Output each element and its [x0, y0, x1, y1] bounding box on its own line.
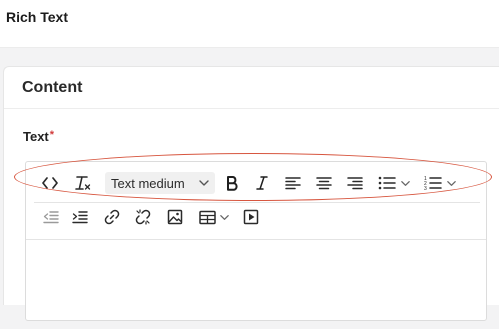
- outdent-button[interactable]: [41, 206, 61, 228]
- table-button[interactable]: [196, 206, 232, 228]
- align-right-icon: [347, 177, 363, 190]
- unlink-button[interactable]: [133, 206, 153, 228]
- numbered-list-icon: 123: [424, 176, 442, 191]
- format-select-value: Text medium: [111, 175, 185, 191]
- chevron-down-icon: [199, 180, 209, 186]
- bold-button[interactable]: [222, 172, 242, 194]
- clear-format-icon: [75, 176, 91, 190]
- chevron-down-icon: [400, 180, 410, 186]
- numbered-list-button[interactable]: 123: [422, 172, 458, 194]
- media-button[interactable]: [241, 206, 261, 228]
- panel-header: Content: [4, 67, 499, 109]
- indent-button[interactable]: [70, 206, 90, 228]
- italic-icon: [256, 176, 268, 190]
- link-button[interactable]: [102, 206, 122, 228]
- chevron-down-icon: [446, 180, 456, 186]
- editor-content-area[interactable]: [26, 239, 486, 329]
- page-title: Rich Text: [6, 9, 68, 25]
- indent-icon: [72, 211, 88, 224]
- align-left-icon: [285, 177, 301, 190]
- field-label: Text*: [23, 129, 54, 144]
- bullet-list-icon: [378, 176, 396, 190]
- image-icon: [167, 209, 183, 225]
- field-label-text: Text: [23, 129, 49, 144]
- outdent-icon: [43, 211, 59, 224]
- italic-button[interactable]: [252, 172, 272, 194]
- align-left-button[interactable]: [283, 172, 303, 194]
- align-center-icon: [316, 177, 332, 190]
- image-button[interactable]: [165, 206, 185, 228]
- toolbar-divider: [34, 202, 480, 203]
- format-select[interactable]: Text medium: [105, 172, 215, 194]
- code-view-button[interactable]: [40, 172, 60, 194]
- svg-text:3: 3: [424, 186, 427, 191]
- table-icon: [198, 210, 216, 224]
- required-marker: *: [49, 129, 55, 141]
- bold-icon: [227, 176, 238, 191]
- clear-format-button[interactable]: [73, 172, 93, 194]
- align-center-button[interactable]: [314, 172, 334, 194]
- unlink-icon: [135, 209, 151, 225]
- panel-title: Content: [22, 79, 83, 96]
- bullet-list-button[interactable]: [376, 172, 412, 194]
- rich-text-editor: Text medium 123: [25, 161, 487, 321]
- link-icon: [104, 209, 120, 225]
- top-bar: Rich Text: [0, 0, 499, 48]
- code-view-icon: [42, 177, 58, 189]
- align-right-button[interactable]: [345, 172, 365, 194]
- media-icon: [243, 209, 259, 225]
- content-panel: Content Text* Text medium 1 2 3: [3, 66, 499, 321]
- chevron-down-icon: [219, 214, 229, 220]
